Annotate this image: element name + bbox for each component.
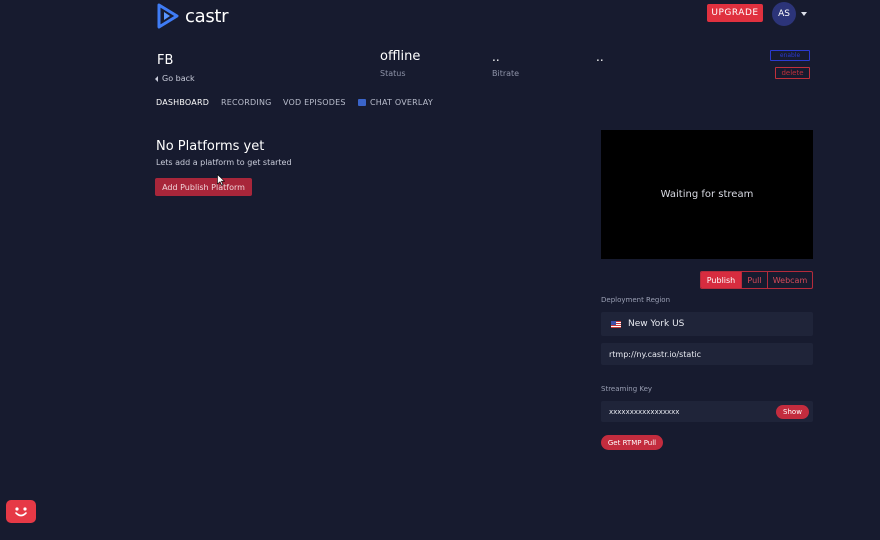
deployment-region-select[interactable]: New York US [601,312,813,336]
mode-webcam-button[interactable]: Webcam [768,272,812,288]
stream-title: FB [157,53,174,68]
support-chat-button[interactable] [6,500,36,523]
go-back-link[interactable]: Go back [155,74,195,83]
tab-dashboard[interactable]: DASHBOARD [156,98,209,107]
castr-logo[interactable]: castr [155,3,229,29]
brand-name: castr [185,5,229,27]
go-back-label: Go back [162,74,195,83]
delete-button[interactable]: delete [775,67,810,79]
bitrate-value: .. [492,50,500,64]
streaming-key-label: Streaming Key [601,385,653,393]
tab-chat-overlay[interactable]: CHAT OVERLAY [370,98,433,107]
get-rtmp-pull-button[interactable]: Get RTMP Pull [601,435,663,450]
no-platforms-subtitle: Lets add a platform to get started [156,158,292,167]
bitrate-label: Bitrate [492,69,520,78]
avatar[interactable]: AS [772,2,796,26]
us-flag-icon [611,320,621,328]
mode-selector: Publish Pull Webcam [700,271,813,289]
back-arrow-icon [155,75,158,82]
mode-publish-button[interactable]: Publish [701,272,742,288]
extra-metric-value: .. [596,50,604,64]
smiley-chat-icon [15,507,27,517]
chevron-down-icon[interactable] [801,12,807,16]
enable-button[interactable]: enable [770,50,810,61]
rtmp-url-field[interactable]: rtmp://ny.castr.io/static [601,343,813,365]
preview-status-text: Waiting for stream [660,189,754,200]
stream-preview: Waiting for stream [601,130,813,259]
castr-logo-icon [157,3,179,29]
mouse-cursor-icon [217,174,225,186]
mode-pull-button[interactable]: Pull [742,272,768,288]
tab-recording[interactable]: RECORDING [221,98,272,107]
status-value: offline [380,49,421,64]
streaming-key-field[interactable]: xxxxxxxxxxxxxxxxx Show [601,401,813,422]
tab-vod-episodes[interactable]: VOD EPISODES [283,98,346,107]
deployment-region-label: Deployment Region [601,296,671,304]
streaming-key-value: xxxxxxxxxxxxxxxxx [609,407,680,416]
add-publish-platform-button[interactable]: Add Publish Platform [155,178,252,196]
chat-overlay-icon [358,99,366,106]
show-key-button[interactable]: Show [776,404,809,419]
no-platforms-title: No Platforms yet [156,139,265,154]
status-label: Status [380,69,406,78]
upgrade-button[interactable]: UPGRADE [707,4,763,22]
region-value: New York US [628,319,685,329]
